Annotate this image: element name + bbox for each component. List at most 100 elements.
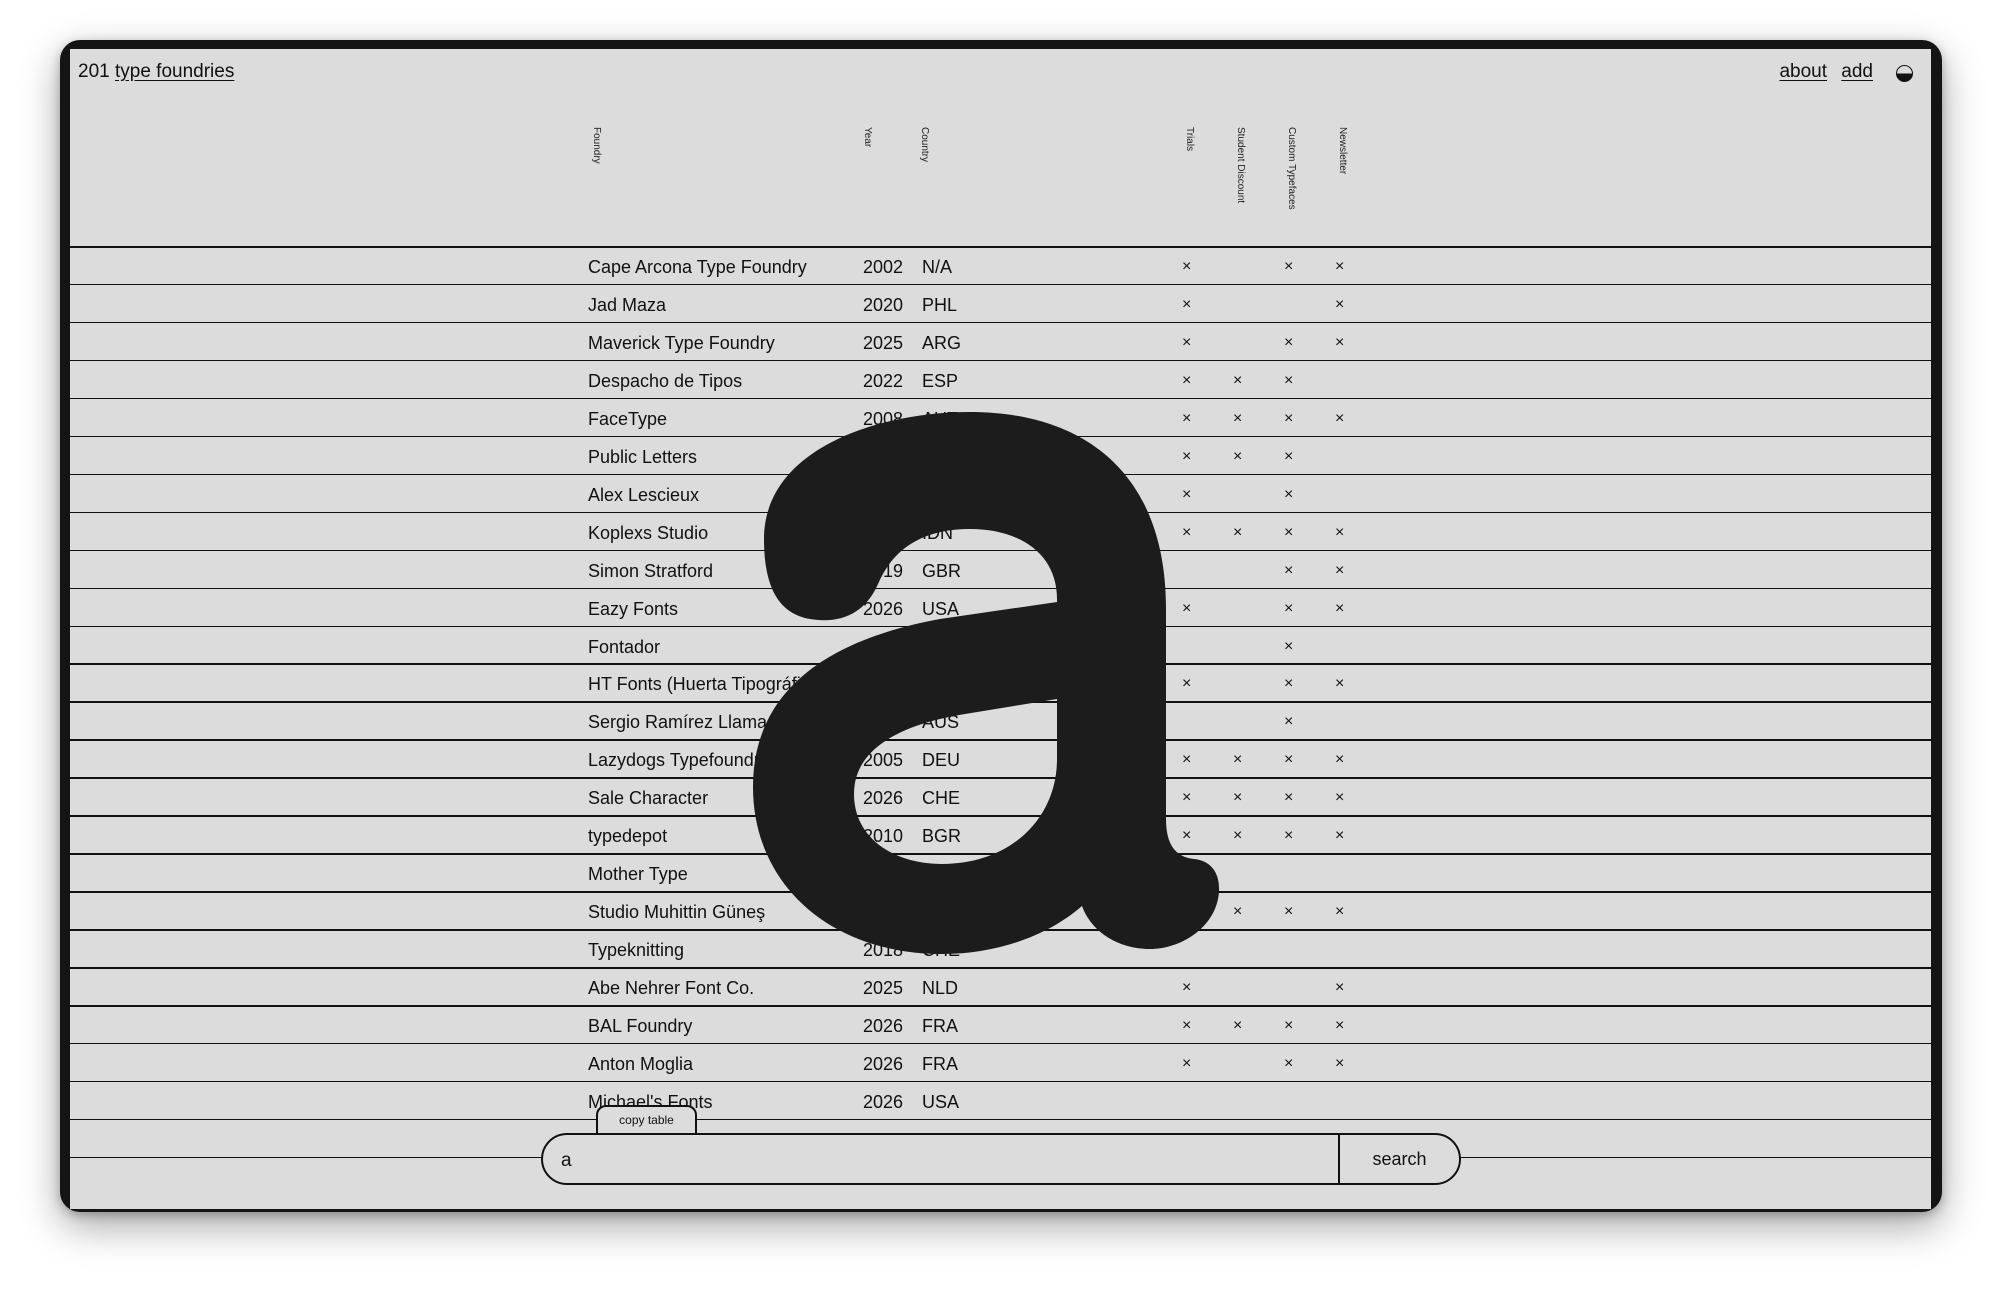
top-nav: about add	[1770, 61, 1873, 83]
table-row[interactable]: Studio Muhittin Güneş 2019 TUR × × × ×	[70, 892, 1931, 930]
table-row[interactable]: Public Letters CAN, FIN × × ×	[70, 437, 1931, 475]
column-header-custom-typefaces[interactable]: Custom Typefaces	[1286, 127, 1297, 210]
foundry-country: CHE	[922, 940, 961, 961]
custom-mark-icon: ×	[1284, 371, 1294, 389]
trials-mark-icon: ×	[1182, 751, 1192, 769]
trials-mark-icon: ×	[1182, 1017, 1192, 1034]
type-foundries-link[interactable]: type foundries	[115, 61, 234, 82]
student-mark-icon: ×	[1233, 1017, 1243, 1034]
foundry-year: 2001	[863, 636, 904, 657]
foundry-country: ESP	[922, 370, 959, 391]
newsletter-mark-icon: ×	[1335, 789, 1345, 807]
custom-mark-icon: ×	[1284, 485, 1294, 503]
foundry-name: Lazydogs Typefoundry	[588, 750, 769, 771]
trials-mark-icon: ×	[1182, 903, 1192, 921]
about-link[interactable]: about	[1779, 61, 1827, 82]
foundry-name: Fontador	[588, 636, 661, 657]
foundry-name: Abe Nehrer Font Co.	[588, 978, 755, 999]
table-row[interactable]: Fontador 2001 DEU ×	[70, 627, 1931, 665]
table-row[interactable]: FaceType 2008 AUT × × × ×	[70, 399, 1931, 437]
student-mark-icon: ×	[1233, 409, 1243, 427]
foundry-country: CHE	[922, 484, 961, 505]
foundry-country: USA	[922, 598, 960, 619]
foundry-name: Simon Stratford	[588, 560, 714, 581]
foundry-name: BAL Foundry	[588, 1016, 693, 1036]
trials-mark-icon: ×	[1182, 333, 1192, 351]
custom-mark-icon: ×	[1284, 409, 1294, 427]
add-link[interactable]: add	[1841, 61, 1873, 82]
table-row[interactable]: Maverick Type Foundry 2025 ARG × × ×	[70, 323, 1931, 361]
newsletter-mark-icon: ×	[1335, 827, 1345, 845]
table-row[interactable]: Alex Lescieux 2025 CHE × ×	[70, 475, 1931, 513]
table-row[interactable]: Anton Moglia 2026 FRA × × ×	[70, 1044, 1931, 1082]
foundry-country: USA	[922, 1091, 960, 1112]
table-row[interactable]: Cape Arcona Type Foundry 2002 N/A × × ×	[70, 247, 1931, 285]
foundry-name: Anton Moglia	[588, 1053, 694, 1074]
foundry-year: 2009	[863, 674, 904, 695]
newsletter-mark-icon: ×	[1335, 979, 1345, 997]
foundry-name: Eazy Fonts	[588, 598, 679, 619]
foundry-country: NLD	[922, 978, 959, 999]
student-mark-icon: ×	[1233, 751, 1243, 769]
table-row[interactable]: BAL Foundry 2026 FRA × × × ×	[70, 1006, 1931, 1044]
foundry-country: TUR	[922, 902, 959, 923]
foundry-country: PHL	[922, 294, 958, 315]
site-title: 201 type foundries	[78, 61, 234, 83]
search-input[interactable]	[559, 1146, 1333, 1176]
theme-toggle-icon[interactable]	[1896, 65, 1913, 82]
copy-table-button[interactable]: copy table	[596, 1105, 697, 1135]
foundry-year: 2025	[863, 484, 904, 505]
foundry-year: 2019	[863, 902, 904, 923]
table-row[interactable]: Sale Character 2026 CHE × × × ×	[70, 778, 1931, 816]
newsletter-mark-icon: ×	[1335, 903, 1345, 921]
table-row[interactable]: Jad Maza 2020 PHL × ×	[70, 285, 1931, 323]
trials-mark-icon: ×	[1182, 447, 1192, 465]
foundry-country: AUS	[922, 712, 960, 733]
column-header-country[interactable]: Country	[919, 127, 930, 162]
column-header-student-discount[interactable]: Student Discount	[1235, 127, 1246, 203]
browser-viewport: 201 type foundries about add Foundry Yea…	[70, 49, 1931, 1209]
custom-mark-icon: ×	[1284, 333, 1294, 351]
student-mark-icon: ×	[1233, 827, 1243, 845]
table-row[interactable]: Koplexs Studio 2019 IDN × × × ×	[70, 513, 1931, 551]
foundry-country: DEU	[922, 636, 961, 657]
foundry-country: DEU	[922, 750, 961, 771]
table-row[interactable]: HT Fonts (Huerta Tipográfica) 2009 GBR × × ×	[70, 664, 1931, 702]
table-row[interactable]: Sergio Ramírez Llamas AUS ×	[70, 702, 1931, 740]
newsletter-mark-icon: ×	[1335, 409, 1345, 427]
search-button[interactable]: search	[1340, 1135, 1459, 1183]
column-header-year[interactable]: Year	[862, 127, 873, 147]
row-divider	[70, 1118, 1931, 1121]
table-row[interactable]: Eazy Fonts 2026 USA × × ×	[70, 589, 1931, 627]
foundry-country: ARG	[922, 332, 962, 353]
trials-mark-icon: ×	[1182, 258, 1192, 275]
table-row[interactable]: Mother Type 2023 DEU	[70, 854, 1931, 892]
column-header-foundry[interactable]: Foundry	[591, 127, 602, 164]
newsletter-mark-icon: ×	[1335, 599, 1345, 617]
table-row[interactable]: Abe Nehrer Font Co. 2025 NLD × ×	[70, 968, 1931, 1006]
foundry-name: Jad Maza	[588, 294, 667, 315]
table-row[interactable]: Typeknitting 2018 CHE	[70, 930, 1931, 968]
foundry-country: N/A	[922, 257, 953, 277]
foundry-year: 2023	[863, 864, 904, 885]
foundry-year: 2025	[863, 978, 904, 999]
foundry-year: 2005	[863, 750, 904, 771]
foundry-country: AUT	[922, 408, 958, 429]
foundry-year: 2026	[863, 598, 904, 619]
foundry-country: DEU	[922, 864, 961, 885]
table-row[interactable]: typedepot 2010 BGR × × × ×	[70, 816, 1931, 854]
table-row[interactable]: Michael's Fonts 2026 USA	[70, 1082, 1931, 1120]
custom-mark-icon: ×	[1284, 789, 1294, 807]
foundry-year: 2019	[863, 522, 904, 543]
foundry-year: 2022	[863, 370, 904, 391]
table-row[interactable]: Lazydogs Typefoundry 2005 DEU × × × ×	[70, 740, 1931, 778]
foundry-name: Studio Muhittin Güneş	[588, 902, 766, 923]
column-header-trials[interactable]: Trials	[1184, 127, 1195, 151]
newsletter-mark-icon: ×	[1335, 333, 1345, 351]
trials-mark-icon: ×	[1182, 295, 1192, 313]
search-bar: search	[541, 1133, 1461, 1185]
table-row[interactable]: Despacho de Tipos 2022 ESP × × ×	[70, 361, 1931, 399]
foundry-name: Alex Lescieux	[588, 484, 700, 505]
column-header-newsletter[interactable]: Newsletter	[1337, 127, 1348, 174]
table-row[interactable]: Simon Stratford 2019 GBR × ×	[70, 551, 1931, 589]
